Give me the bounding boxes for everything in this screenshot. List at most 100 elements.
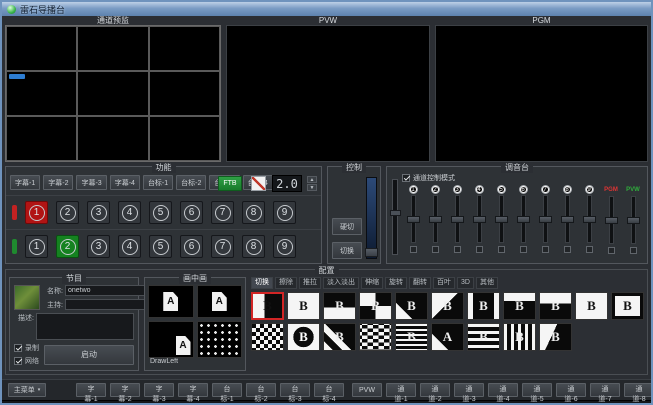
fader-track[interactable] — [477, 195, 482, 243]
transition-tab[interactable]: 伸缩 — [361, 277, 383, 289]
fader-track[interactable] — [499, 195, 504, 243]
duration-down-button[interactable]: ▼ — [307, 184, 317, 191]
fader-mute-checkbox[interactable] — [498, 246, 505, 253]
preview-cell[interactable] — [6, 71, 77, 116]
pvw-channel-button[interactable]: 4 — [118, 235, 141, 258]
toolbar-preset-button[interactable]: 台标-2 — [246, 383, 276, 397]
transition-pattern-thumbnail[interactable]: B — [503, 292, 536, 320]
transition-tab[interactable]: 淡入淡出 — [323, 277, 359, 289]
pgm-channel-button[interactable]: 7 — [211, 201, 234, 224]
fader-handle[interactable] — [627, 217, 640, 224]
preview-cell[interactable] — [6, 26, 77, 71]
toolbar-preset-button[interactable]: 字幕-4 — [178, 383, 208, 397]
preview-cell[interactable] — [149, 116, 220, 161]
cut-button[interactable]: 硬切 — [332, 218, 362, 235]
pgm-channel-button[interactable]: 9 — [273, 201, 296, 224]
fader-mute-checkbox[interactable] — [432, 246, 439, 253]
pgm-channel-button[interactable]: 6 — [180, 201, 203, 224]
toolbar-channel-button[interactable]: 通道-8 — [624, 383, 653, 397]
transition-pattern-thumbnail[interactable]: B — [287, 323, 320, 351]
transition-pattern-thumbnail[interactable]: B — [467, 292, 500, 320]
fader-mute-checkbox[interactable] — [454, 246, 461, 253]
fader-track[interactable] — [521, 195, 526, 243]
transition-pattern-thumbnail[interactable]: B — [611, 292, 644, 320]
transition-tab[interactable]: 3D — [457, 277, 474, 289]
fader-track[interactable] — [631, 196, 636, 244]
fader-track[interactable] — [411, 195, 416, 243]
transition-pattern-thumbnail[interactable]: B — [395, 323, 428, 351]
pvw-channel-button[interactable]: 6 — [180, 235, 203, 258]
transition-pattern-thumbnail[interactable]: B — [323, 323, 356, 351]
preview-cell[interactable] — [149, 71, 220, 116]
preview-cell[interactable] — [149, 26, 220, 71]
record-checkbox[interactable] — [14, 344, 22, 352]
transition-pattern-thumbnail[interactable]: B — [539, 323, 572, 351]
transition-pattern-thumbnail[interactable]: B — [287, 292, 320, 320]
fader-handle[interactable] — [473, 216, 486, 223]
toolbar-channel-button[interactable]: 通道-7 — [590, 383, 620, 397]
pvw-channel-button[interactable]: 1 — [25, 235, 48, 258]
fader-track[interactable] — [609, 196, 614, 244]
main-menu-button[interactable]: 主菜单 ▾ — [8, 383, 46, 397]
toolbar-preset-button[interactable]: 字幕-1 — [76, 383, 106, 397]
preview-cell[interactable] — [77, 71, 148, 116]
fader-handle[interactable] — [605, 217, 618, 224]
fader-handle[interactable] — [539, 216, 552, 223]
pip-preset-thumbnail[interactable]: A — [148, 285, 194, 318]
fader-mute-checkbox[interactable] — [630, 247, 637, 254]
fader-handle[interactable] — [495, 216, 508, 223]
fader-mute-checkbox[interactable] — [410, 246, 417, 253]
take-button[interactable]: 切换 — [332, 242, 362, 259]
pgm-channel-button[interactable]: 5 — [149, 201, 172, 224]
transition-pattern-thumbnail[interactable]: B — [503, 323, 536, 351]
pvw-channel-button[interactable]: 3 — [87, 235, 110, 258]
fader-track[interactable] — [455, 195, 460, 243]
transition-tab[interactable]: 翻转 — [409, 277, 431, 289]
transition-tab[interactable]: 旋转 — [385, 277, 407, 289]
toolbar-channel-button[interactable]: 通道-2 — [420, 383, 450, 397]
t-bar-slider[interactable] — [366, 177, 377, 259]
master-fader[interactable] — [392, 179, 398, 255]
preview-cell[interactable] — [77, 26, 148, 71]
pip-preset-thumbnail[interactable]: A — [197, 285, 243, 318]
toolbar-preset-button[interactable]: 台标-1 — [212, 383, 242, 397]
pvw-channel-button[interactable]: 2 — [56, 235, 79, 258]
pvw-channel-button[interactable]: 8 — [242, 235, 265, 258]
fader-track[interactable] — [587, 195, 592, 243]
fader-mute-checkbox[interactable] — [586, 246, 593, 253]
transition-pattern-thumbnail[interactable]: B — [431, 292, 464, 320]
toolbar-preset-button[interactable]: 字幕-3 — [144, 383, 174, 397]
ftb-button[interactable]: FTB — [218, 176, 242, 191]
pip-preset-thumbnail[interactable] — [197, 321, 243, 358]
record-option[interactable]: 录制 — [14, 343, 39, 353]
transition-tab[interactable]: 切换 — [251, 277, 273, 289]
pgm-channel-button[interactable]: 3 — [87, 201, 110, 224]
master-fader-handle[interactable] — [390, 210, 401, 216]
titlebar[interactable]: 雷石导播台 — [2, 2, 651, 16]
transition-pattern-thumbnail[interactable]: B — [359, 292, 392, 320]
transition-tab[interactable]: 百叶 — [433, 277, 455, 289]
pgm-channel-button[interactable]: 1 — [25, 201, 48, 224]
fader-mute-checkbox[interactable] — [608, 247, 615, 254]
transition-curve-icon[interactable] — [251, 176, 266, 191]
toolbar-pvw-button[interactable]: PVW — [352, 383, 382, 397]
transition-tab[interactable]: 推拉 — [299, 277, 321, 289]
transition-pattern-thumbnail[interactable] — [251, 323, 284, 351]
preview-cell[interactable] — [77, 116, 148, 161]
fader-mute-checkbox[interactable] — [564, 246, 571, 253]
fader-mute-checkbox[interactable] — [542, 246, 549, 253]
pgm-channel-button[interactable]: 4 — [118, 201, 141, 224]
transition-pattern-thumbnail[interactable]: B — [467, 323, 500, 351]
fader-handle[interactable] — [561, 216, 574, 223]
pvw-channel-button[interactable]: 7 — [211, 235, 234, 258]
fader-handle[interactable] — [583, 216, 596, 223]
start-button[interactable]: 启动 — [44, 345, 134, 365]
toolbar-preset-button[interactable]: 台标-3 — [280, 383, 310, 397]
preview-cell[interactable] — [6, 116, 77, 161]
fader-handle[interactable] — [429, 216, 442, 223]
transition-tab[interactable]: 其他 — [476, 277, 498, 289]
transition-pattern-thumbnail[interactable] — [359, 323, 392, 351]
transition-pattern-thumbnail[interactable]: B — [323, 292, 356, 320]
fader-handle[interactable] — [407, 216, 420, 223]
channel-control-mode[interactable]: 通道控制模式 — [402, 173, 644, 183]
